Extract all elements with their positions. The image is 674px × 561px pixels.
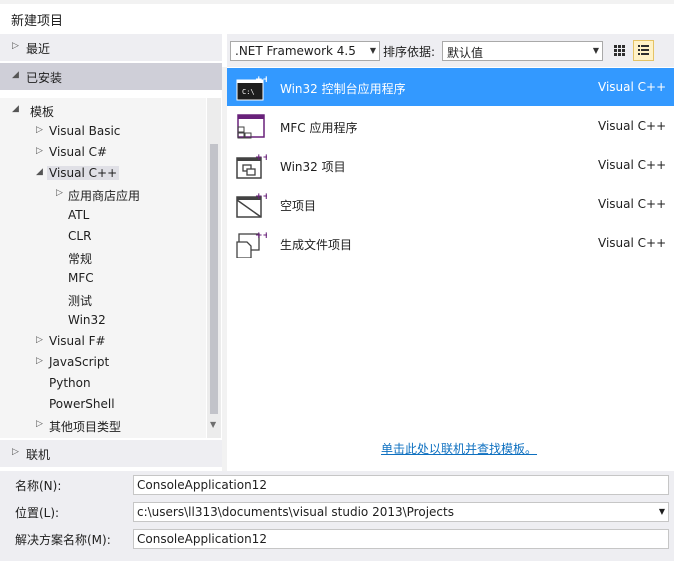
template-navigation-pane: ▷ 最近 ◢ 已安装 ◢ 模板 ▷ Visual Basic ▷ Visual … (0, 34, 222, 471)
location-combobox[interactable]: c:\users\ll313\documents\visual studio 2… (133, 502, 669, 522)
section-recent[interactable]: ▷ 最近 (0, 34, 222, 61)
template-name: 空项目 (280, 199, 317, 213)
expand-arrow-icon: ▷ (36, 419, 43, 429)
expand-arrow-icon: ▷ (12, 41, 19, 51)
template-name: Win32 项目 (280, 160, 346, 174)
sort-value: 默认值 (447, 46, 484, 60)
template-language: Visual C++ (598, 236, 667, 250)
project-name-value: ConsoleApplication12 (137, 478, 267, 492)
sort-label: 排序依据: (383, 45, 436, 59)
tree-item-label: 模板 (30, 105, 55, 119)
makefile-project-icon: ++ (236, 231, 267, 258)
tree-item-label: PowerShell (49, 397, 115, 411)
list-view-icon (638, 45, 649, 55)
empty-project-icon: ++ (236, 192, 267, 218)
expand-arrow-icon: ▷ (36, 356, 43, 366)
section-installed-label: 已安装 (26, 71, 63, 85)
top-strip (0, 0, 674, 4)
svg-text:++: ++ (255, 231, 267, 241)
chevron-down-icon[interactable]: ▼ (659, 507, 665, 516)
tree-item-label: CLR (68, 229, 92, 243)
list-view-button[interactable] (633, 40, 654, 61)
template-list: C:\ ++ Win32 控制台应用程序 Visual C++ MFC 应用程序… (227, 67, 674, 467)
mfc-app-icon (237, 114, 265, 139)
tree-item-label: 其他项目类型 (49, 420, 122, 434)
collapse-arrow-icon: ◢ (12, 70, 19, 80)
template-item[interactable]: MFC 应用程序 Visual C++ (227, 107, 674, 145)
tree-item-label: Python (49, 376, 91, 390)
tree-item-label: 测试 (68, 294, 93, 308)
chevron-down-icon: ▼ (369, 46, 376, 55)
sort-dropdown[interactable]: 默认值 ▼ (442, 41, 603, 61)
tree-item-label: Visual F# (49, 334, 106, 348)
template-tree: ◢ 模板 ▷ Visual Basic ▷ Visual C# ◢ Visual… (0, 98, 206, 438)
framework-value: .NET Framework 4.5 (235, 44, 356, 58)
project-details-form: 名称(N): ConsoleApplication12 位置(L): c:\us… (0, 471, 674, 561)
win32-project-icon: ++ (236, 153, 267, 179)
tree-item-label: Win32 (68, 313, 106, 327)
collapse-arrow-icon: ◢ (36, 167, 43, 177)
solution-name-value: ConsoleApplication12 (137, 532, 267, 546)
scrollbar-thumb[interactable] (210, 144, 218, 414)
section-online[interactable]: ▷ 联机 (0, 440, 222, 467)
expand-arrow-icon: ▷ (36, 125, 43, 135)
grid-view-icon (614, 45, 625, 56)
tree-item-label: JavaScript (49, 355, 110, 369)
project-name-input[interactable]: ConsoleApplication12 (133, 475, 669, 495)
solution-name-input[interactable]: ConsoleApplication12 (133, 529, 669, 549)
console-app-icon: C:\ ++ (236, 75, 267, 101)
template-language: Visual C++ (598, 80, 667, 94)
svg-text:++: ++ (255, 192, 267, 202)
grid-view-button[interactable] (609, 40, 630, 61)
name-label: 名称(N): (15, 479, 62, 493)
tree-item-label: 常规 (68, 252, 93, 266)
expand-arrow-icon: ▷ (12, 447, 19, 457)
tree-item-label: Visual Basic (49, 124, 121, 138)
template-toolbar: .NET Framework 4.5 ▼ 排序依据: 默认值 ▼ (227, 34, 674, 67)
collapse-arrow-icon: ◢ (12, 104, 19, 114)
template-item[interactable]: ++ 空项目 Visual C++ (227, 185, 674, 223)
svg-text:++: ++ (255, 153, 267, 163)
solution-name-label: 解决方案名称(M): (15, 533, 111, 547)
framework-dropdown[interactable]: .NET Framework 4.5 ▼ (230, 41, 380, 61)
template-name: MFC 应用程序 (280, 121, 358, 135)
template-language: Visual C++ (598, 158, 667, 172)
expand-arrow-icon: ▷ (36, 335, 43, 345)
tree-item-label: 应用商店应用 (68, 189, 141, 203)
section-online-label: 联机 (26, 448, 51, 462)
svg-text:C:\: C:\ (242, 88, 255, 96)
template-item[interactable]: C:\ ++ Win32 控制台应用程序 Visual C++ (227, 68, 674, 106)
expand-arrow-icon: ▷ (56, 188, 63, 198)
tree-scrollbar[interactable]: ▼ (207, 98, 221, 438)
tree-item-label: Visual C++ (47, 166, 120, 180)
template-name: 生成文件项目 (280, 238, 353, 252)
tree-item-label: MFC (68, 271, 94, 285)
template-item[interactable]: ++ Win32 项目 Visual C++ (227, 146, 674, 184)
section-installed[interactable]: ◢ 已安装 (0, 63, 222, 90)
location-value: c:\users\ll313\documents\visual studio 2… (137, 505, 454, 519)
template-item[interactable]: ++ 生成文件项目 Visual C++ (227, 224, 674, 262)
chevron-down-icon: ▼ (592, 46, 599, 55)
template-language: Visual C++ (598, 197, 667, 211)
expand-arrow-icon: ▷ (36, 146, 43, 156)
tree-item-label: ATL (68, 208, 90, 222)
svg-text:++: ++ (255, 75, 267, 85)
section-recent-label: 最近 (26, 42, 51, 56)
location-label: 位置(L): (15, 506, 60, 520)
dialog-title: 新建项目 (11, 14, 64, 29)
template-name: Win32 控制台应用程序 (280, 82, 406, 96)
scroll-down-arrow-icon[interactable]: ▼ (210, 420, 216, 429)
online-templates-link[interactable]: 单击此处以联机并查找模板。 (381, 440, 537, 457)
template-language: Visual C++ (598, 119, 667, 133)
dialog-title-bar: 新建项目 (0, 0, 674, 34)
tree-item-label: Visual C# (49, 145, 108, 159)
